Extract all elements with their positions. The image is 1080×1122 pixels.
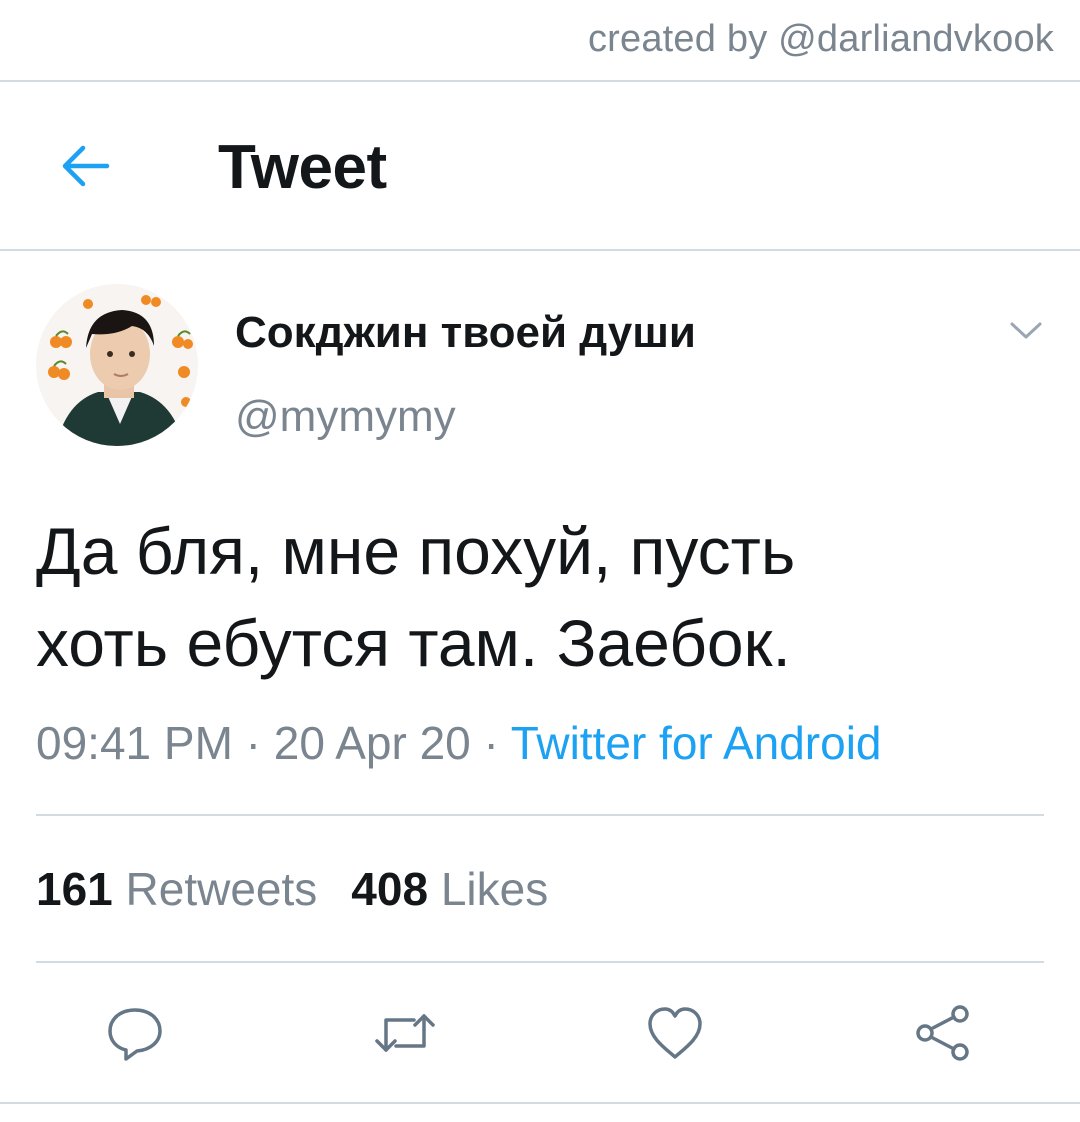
avatar-image bbox=[36, 284, 198, 446]
back-button[interactable] bbox=[50, 136, 120, 196]
tweet-stats: 161 Retweets 408 Likes bbox=[36, 862, 582, 916]
tweet-menu-button[interactable] bbox=[1006, 310, 1046, 350]
watermark-text: created by @darliandvkook bbox=[587, 18, 1054, 60]
chevron-down-icon bbox=[1010, 322, 1042, 339]
header-divider bbox=[0, 249, 1080, 251]
retweets-count: 161 bbox=[36, 863, 113, 915]
meta-divider bbox=[36, 814, 1044, 816]
retweets-label: Retweets bbox=[125, 863, 318, 915]
arrow-left-icon bbox=[62, 145, 110, 187]
tweet-header: Tweet bbox=[0, 82, 1080, 250]
retweet-button[interactable] bbox=[370, 998, 440, 1068]
author-name[interactable]: Сокджин твоей души bbox=[235, 308, 696, 358]
tweet-text: Да бля, мне похуй, пусть хоть ебутся там… bbox=[36, 505, 1046, 689]
meta-separator: · bbox=[470, 717, 511, 769]
likes-stat[interactable]: 408 Likes bbox=[351, 863, 548, 915]
author-handle[interactable]: @mymymy bbox=[235, 392, 456, 442]
tweet-text-line-1: Да бля, мне похуй, пусть bbox=[36, 514, 796, 588]
tweet-date: 20 Apr 20 bbox=[273, 717, 471, 769]
share-button[interactable] bbox=[908, 998, 978, 1068]
likes-count: 408 bbox=[351, 863, 429, 915]
tweet-time: 09:41 PM bbox=[36, 717, 233, 769]
tweet-source-link[interactable]: Twitter for Android bbox=[511, 717, 882, 769]
stats-divider bbox=[36, 961, 1044, 963]
meta-separator: · bbox=[232, 717, 274, 769]
reply-bubble-icon bbox=[108, 1008, 162, 1061]
tweet-text-line-2: хоть ебутся там. Заебок. bbox=[36, 606, 791, 680]
retweet-icon bbox=[375, 1014, 435, 1052]
retweets-stat[interactable]: 161 Retweets bbox=[36, 863, 317, 915]
page-title: Tweet bbox=[218, 133, 387, 202]
avatar[interactable] bbox=[36, 284, 198, 446]
reply-button[interactable] bbox=[100, 998, 170, 1068]
heart-icon bbox=[648, 1007, 702, 1059]
bottom-divider bbox=[0, 1102, 1080, 1104]
likes-label: Likes bbox=[440, 863, 549, 915]
like-button[interactable] bbox=[640, 998, 710, 1068]
share-icon bbox=[916, 1005, 969, 1061]
tweet-meta: 09:41 PM · 20 Apr 20 · Twitter for Andro… bbox=[36, 716, 882, 770]
